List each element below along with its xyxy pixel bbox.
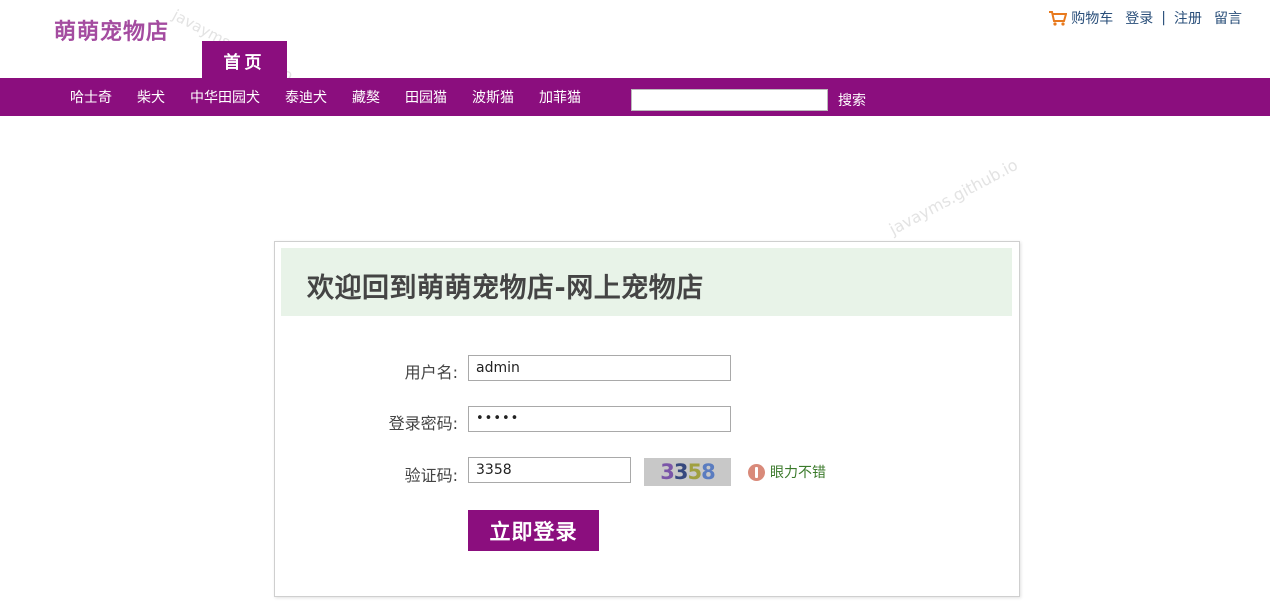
nav-item-rural-cat[interactable]: 田园猫 bbox=[405, 87, 447, 107]
captcha-hint: 眼力不错 bbox=[748, 462, 826, 482]
captcha-char: 5 bbox=[687, 460, 703, 484]
captcha-hint-text: 眼力不错 bbox=[770, 465, 826, 481]
captcha-char: 3 bbox=[660, 460, 675, 484]
password-label: 登录密码: bbox=[388, 414, 458, 433]
message-link[interactable]: 留言 bbox=[1214, 8, 1242, 28]
username-field[interactable]: admin bbox=[468, 355, 731, 381]
nav-item-husky[interactable]: 哈士奇 bbox=[70, 87, 112, 107]
nav-item-chinese-rural-dog[interactable]: 中华田园犬 bbox=[190, 87, 260, 107]
cart-label: 购物车 bbox=[1071, 11, 1114, 27]
category-navbar: 哈士奇 柴犬 中华田园犬 泰迪犬 藏獒 田园猫 波斯猫 加菲猫 搜索 bbox=[0, 78, 1270, 116]
top-links: 购物车 登录 | 注册 留言 bbox=[1049, 8, 1242, 28]
page-title: 欢迎回到萌萌宠物店-网上宠物店 bbox=[307, 273, 704, 304]
search-button[interactable]: 搜索 bbox=[838, 90, 866, 110]
hint-icon bbox=[748, 463, 765, 481]
captcha-label: 验证码: bbox=[404, 466, 458, 485]
cart-link[interactable]: 购物车 bbox=[1049, 8, 1113, 28]
captcha-field[interactable]: 3358 bbox=[468, 457, 631, 483]
tab-home[interactable]: 首页 bbox=[202, 41, 287, 79]
link-separator: | bbox=[1161, 10, 1166, 26]
register-link[interactable]: 注册 bbox=[1174, 8, 1202, 28]
search-input[interactable] bbox=[631, 89, 828, 111]
watermark-text: javayms.github.io bbox=[886, 155, 1021, 239]
nav-item-tibetan-mastiff[interactable]: 藏獒 bbox=[352, 87, 380, 107]
username-label: 用户名: bbox=[404, 363, 458, 382]
captcha-char: 8 bbox=[701, 460, 716, 484]
nav-item-garfield-cat[interactable]: 加菲猫 bbox=[539, 87, 581, 107]
login-link[interactable]: 登录 bbox=[1125, 8, 1153, 28]
captcha-image[interactable]: 3358 bbox=[644, 458, 731, 486]
captcha-char: 3 bbox=[673, 460, 689, 484]
nav-item-teddy[interactable]: 泰迪犬 bbox=[285, 87, 327, 107]
login-button[interactable]: 立即登录 bbox=[468, 510, 599, 551]
nav-item-shiba[interactable]: 柴犬 bbox=[137, 87, 165, 107]
login-panel-header: 欢迎回到萌萌宠物店-网上宠物店 bbox=[281, 248, 1012, 316]
cart-icon bbox=[1049, 10, 1068, 26]
nav-item-persian-cat[interactable]: 波斯猫 bbox=[472, 87, 514, 107]
login-panel: 欢迎回到萌萌宠物店-网上宠物店 用户名: admin 登录密码: ••••• 验… bbox=[274, 241, 1020, 597]
password-field[interactable]: ••••• bbox=[468, 406, 731, 432]
site-logo[interactable]: 萌萌宠物店 bbox=[54, 14, 169, 46]
